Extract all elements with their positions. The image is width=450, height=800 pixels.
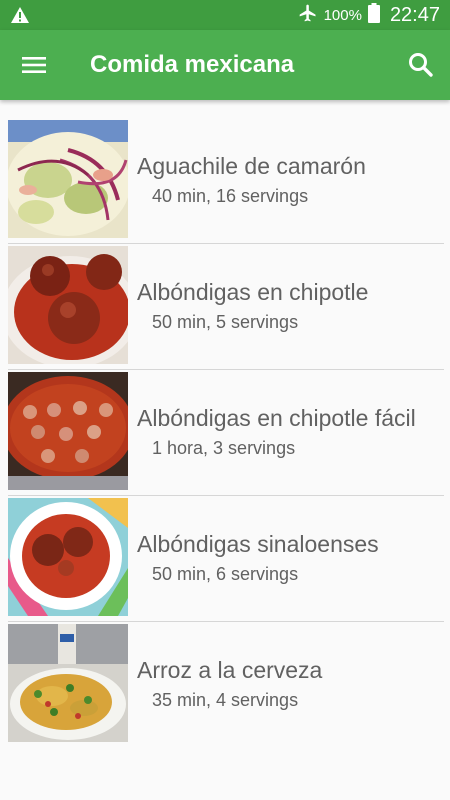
airplane-mode-icon: [298, 3, 318, 28]
recipe-name: Albóndigas en chipotle: [137, 279, 369, 305]
app-bar: Comida mexicana: [0, 30, 450, 100]
page-title: Comida mexicana: [90, 51, 295, 78]
recipe-item[interactable]: Arroz a la cerveza 35 min, 4 servings: [0, 622, 450, 748]
recipe-meta: 50 min, 5 servings: [152, 312, 299, 332]
recipe-meta: 35 min, 4 servings: [152, 690, 299, 710]
recipe-image: [8, 624, 128, 742]
clock: 22:47: [389, 3, 440, 26]
recipe-meta: 1 hora, 3 servings: [152, 438, 296, 458]
menu-icon[interactable]: [16, 50, 52, 80]
recipe-name: Aguachile de camarón: [137, 153, 366, 179]
recipe-item[interactable]: Aguachile de camarón 40 min, 16 servings: [0, 118, 450, 244]
recipe-image: [8, 120, 128, 238]
recipe-item[interactable]: Albóndigas sinaloenses 50 min, 6 serving…: [0, 496, 450, 622]
recipe-image: [8, 498, 128, 616]
warning-icon: [10, 6, 30, 29]
recipe-image: [8, 372, 128, 490]
battery-icon: [367, 2, 380, 28]
recipe-name: Arroz a la cerveza: [137, 657, 323, 683]
recipe-name: Albóndigas sinaloenses: [137, 531, 379, 557]
recipe-item[interactable]: Albóndigas en chipotle fácil 1 hora, 3 s…: [0, 370, 450, 496]
recipe-name: Albóndigas en chipotle fácil: [137, 405, 416, 431]
search-icon[interactable]: [406, 50, 436, 80]
recipe-meta: 50 min, 6 servings: [152, 564, 299, 584]
recipe-meta: 40 min, 16 servings: [152, 186, 309, 206]
status-bar: 100% 22:47: [0, 0, 450, 30]
recipe-item[interactable]: Albóndigas en chipotle 50 min, 5 serving…: [0, 244, 450, 370]
recipe-image: [8, 246, 128, 364]
recipe-list: Aguachile de camarón 40 min, 16 servings…: [0, 118, 450, 748]
battery-percent: 100%: [323, 6, 362, 24]
